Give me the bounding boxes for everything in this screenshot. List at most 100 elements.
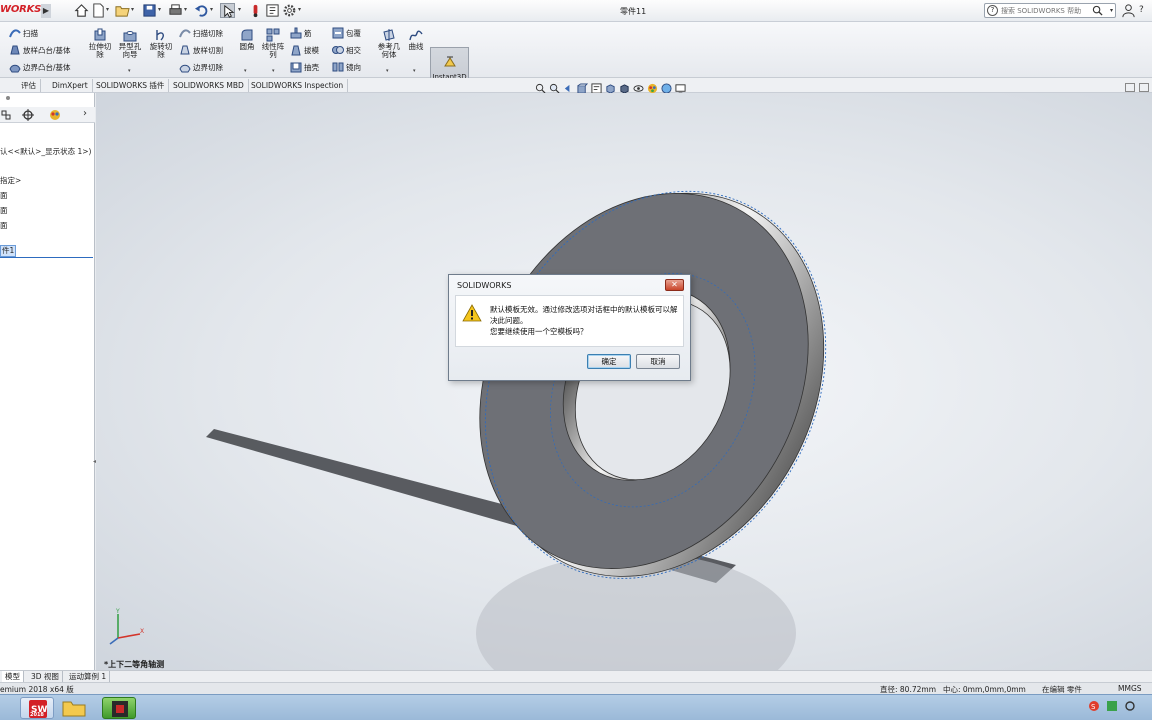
- lofted-cut-button[interactable]: 放样切割: [179, 44, 223, 56]
- zoom-to-area-icon[interactable]: [549, 83, 560, 94]
- help-menu-icon[interactable]: ?: [1139, 5, 1144, 15]
- open-dropdown-icon[interactable]: ▾: [131, 7, 136, 13]
- cancel-button[interactable]: 取消: [636, 354, 680, 369]
- new-document-icon[interactable]: [91, 3, 106, 18]
- maximize-viewport-icon[interactable]: [1139, 83, 1149, 92]
- tab-solidworks-inspection[interactable]: SOLIDWORKS Inspection: [247, 79, 349, 92]
- save-icon[interactable]: [142, 3, 157, 18]
- print-dropdown-icon[interactable]: ▾: [184, 7, 189, 13]
- sweep-icon: [9, 27, 21, 39]
- undo-dropdown-icon[interactable]: ▾: [210, 7, 215, 13]
- boundary-cut-button[interactable]: 边界切除: [179, 61, 223, 73]
- hole-wizard-button[interactable]: 异型孔向导: [117, 28, 143, 59]
- input-method-icon[interactable]: S: [1088, 700, 1100, 712]
- help-search-input[interactable]: [1001, 5, 1093, 16]
- view-orientation-label: *上下二等角轴测: [104, 660, 165, 669]
- wrap-button[interactable]: 包覆: [332, 27, 361, 39]
- curves-dropdown-icon[interactable]: ▾: [413, 68, 416, 74]
- tree-item-plane-top[interactable]: 面: [0, 205, 8, 216]
- graphics-viewport[interactable]: Y X *上下二等角轴测: [96, 93, 1152, 670]
- options-dropdown-icon[interactable]: ▾: [298, 7, 303, 13]
- shell-button[interactable]: 抽壳: [290, 61, 319, 73]
- save-dropdown-icon[interactable]: ▾: [158, 7, 163, 13]
- view-orientation-icon[interactable]: [605, 83, 616, 94]
- svg-text:X: X: [140, 628, 144, 635]
- new-dropdown-icon[interactable]: ▾: [106, 7, 111, 13]
- curves-button[interactable]: 曲线: [405, 28, 427, 51]
- edit-appearance-icon[interactable]: [647, 83, 658, 94]
- unit-system-button[interactable]: MMGS: [1118, 684, 1142, 693]
- zoom-to-fit-icon[interactable]: [535, 83, 546, 94]
- dynamic-annotation-icon[interactable]: [591, 82, 602, 94]
- panel-scroll-right-icon[interactable]: ›: [83, 108, 87, 119]
- tab-model[interactable]: 模型: [2, 671, 24, 682]
- loft-boss-button[interactable]: 放样凸台/基体: [9, 44, 71, 56]
- tab-motion-study[interactable]: 运动算例 1: [66, 671, 111, 682]
- section-view-icon[interactable]: [577, 82, 589, 94]
- select-dropdown-icon[interactable]: ▾: [238, 7, 243, 13]
- config-manager-tab-icon[interactable]: [22, 109, 34, 121]
- menu-expand-icon[interactable]: ▶: [41, 4, 51, 18]
- tab-evaluate[interactable]: 评估: [17, 79, 41, 92]
- restore-viewport-icon[interactable]: [1125, 83, 1135, 92]
- rib-button[interactable]: 筋: [290, 27, 312, 39]
- svg-text:Y: Y: [115, 608, 120, 615]
- tree-item-plane-front[interactable]: 面: [0, 190, 8, 201]
- solidworks-taskbar-button[interactable]: SW 2018: [20, 697, 54, 719]
- tab-dimxpert[interactable]: DimXpert: [48, 79, 93, 92]
- fillet-button[interactable]: 圆角: [236, 28, 258, 51]
- tree-item-material[interactable]: 指定>: [0, 175, 21, 186]
- mirror-icon: [332, 61, 344, 73]
- ok-button[interactable]: 确定: [587, 354, 631, 369]
- tree-item-selected-feature[interactable]: 件1: [0, 245, 93, 258]
- loft-icon: [9, 44, 21, 56]
- tray-settings-icon[interactable]: [1124, 700, 1136, 712]
- view-settings-icon[interactable]: [675, 83, 686, 94]
- tray-app-icon[interactable]: [1106, 700, 1118, 712]
- apply-scene-icon[interactable]: [661, 82, 672, 94]
- swept-cut-button[interactable]: 扫描切除: [179, 27, 223, 39]
- tab-solidworks-mbd[interactable]: SOLIDWORKS MBD: [169, 79, 249, 92]
- ref-geometry-dropdown-icon[interactable]: ▾: [386, 68, 389, 74]
- hide-show-items-icon[interactable]: [633, 83, 644, 94]
- tab-solidworks-addins[interactable]: SOLIDWORKS 插件: [92, 79, 170, 92]
- rebuild-icon[interactable]: [248, 3, 263, 18]
- linear-pattern-button[interactable]: 线性阵列: [259, 28, 287, 59]
- feature-manager-tab-icon[interactable]: [0, 109, 12, 121]
- media-app-taskbar-button[interactable]: [102, 697, 136, 719]
- reference-geometry-button[interactable]: 参考几何体: [376, 28, 402, 59]
- fillet-dropdown-icon[interactable]: ▾: [244, 68, 247, 74]
- hole-wizard-dropdown-icon[interactable]: ▾: [128, 68, 131, 74]
- previous-view-icon[interactable]: [563, 83, 574, 94]
- boundary-boss-button[interactable]: 边界凸台/基体: [9, 61, 71, 73]
- tree-config-line[interactable]: 认<<默认>_显示状态 1>): [0, 146, 91, 157]
- draft-button[interactable]: 拔模: [290, 44, 319, 56]
- window-title: 零件11: [620, 7, 647, 16]
- file-properties-icon[interactable]: [265, 3, 280, 18]
- user-account-icon[interactable]: [1121, 3, 1136, 18]
- search-dropdown-icon[interactable]: ▾: [1110, 7, 1113, 14]
- home-icon[interactable]: [74, 3, 89, 18]
- intersect-button[interactable]: 相交: [332, 44, 361, 56]
- mirror-button[interactable]: 镜向: [332, 61, 361, 73]
- display-manager-tab-icon[interactable]: [49, 109, 61, 121]
- display-style-icon[interactable]: [619, 83, 630, 94]
- print-icon[interactable]: [168, 3, 183, 18]
- revolve-cut-button[interactable]: 旋转切除: [147, 28, 175, 59]
- search-icon[interactable]: [1092, 5, 1103, 16]
- open-folder-icon[interactable]: [115, 3, 130, 18]
- help-search[interactable]: ? ▾: [984, 3, 1116, 18]
- dialog-close-button[interactable]: ✕: [665, 279, 684, 291]
- bottom-tab-row: 模型 3D 视图 运动算例 1: [0, 670, 1152, 682]
- options-gear-icon[interactable]: [282, 3, 297, 18]
- pattern-dropdown-icon[interactable]: ▾: [272, 68, 275, 74]
- extrude-cut-button[interactable]: 拉伸切除: [87, 28, 113, 59]
- tab-3d-views[interactable]: 3D 视图: [28, 671, 63, 682]
- select-pointer-icon[interactable]: [220, 3, 235, 18]
- sweep-button[interactable]: 扫描: [9, 27, 38, 39]
- file-explorer-taskbar-button[interactable]: [57, 697, 91, 719]
- undo-icon[interactable]: [194, 3, 209, 18]
- tree-item-plane-right[interactable]: 面: [0, 220, 8, 231]
- washer-3d-model[interactable]: [96, 93, 1152, 670]
- solidworks-logo[interactable]: WORKS: [0, 4, 41, 15]
